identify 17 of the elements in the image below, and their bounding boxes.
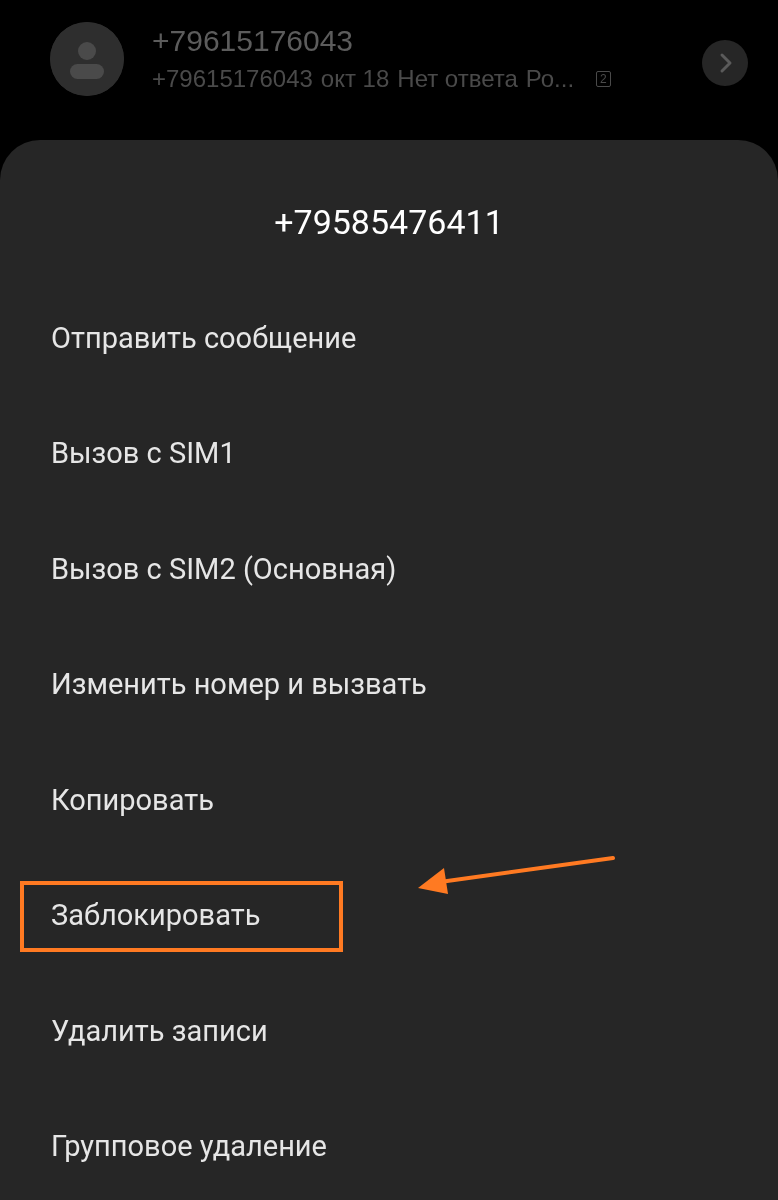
call-status: Нет ответа [397, 64, 518, 94]
call-date: окт 18 [320, 64, 390, 94]
avatar-icon [50, 22, 124, 96]
phone-number: +79615176043 [152, 64, 313, 94]
phone-number: +79615176043 [152, 23, 355, 59]
menu-item[interactable]: Отправить сообщение [0, 280, 778, 396]
menu-item[interactable]: Заблокировать [0, 857, 778, 973]
menu-item[interactable]: Изменить номер и вызвать [0, 626, 778, 742]
sim-badge: 2 [596, 71, 611, 87]
menu-item[interactable]: Удалить записи [0, 973, 778, 1089]
chevron-right-icon[interactable] [702, 40, 748, 86]
sheet-title: +79585476411 [274, 202, 504, 242]
call-location: Ро... [525, 64, 575, 94]
menu-item[interactable]: Копировать [0, 742, 778, 858]
menu-item[interactable]: Групповое удаление [0, 1088, 778, 1200]
menu-item[interactable]: Вызов с SIM1 [0, 395, 778, 511]
menu-item[interactable]: Вызов с SIM2 (Основная) [0, 511, 778, 627]
